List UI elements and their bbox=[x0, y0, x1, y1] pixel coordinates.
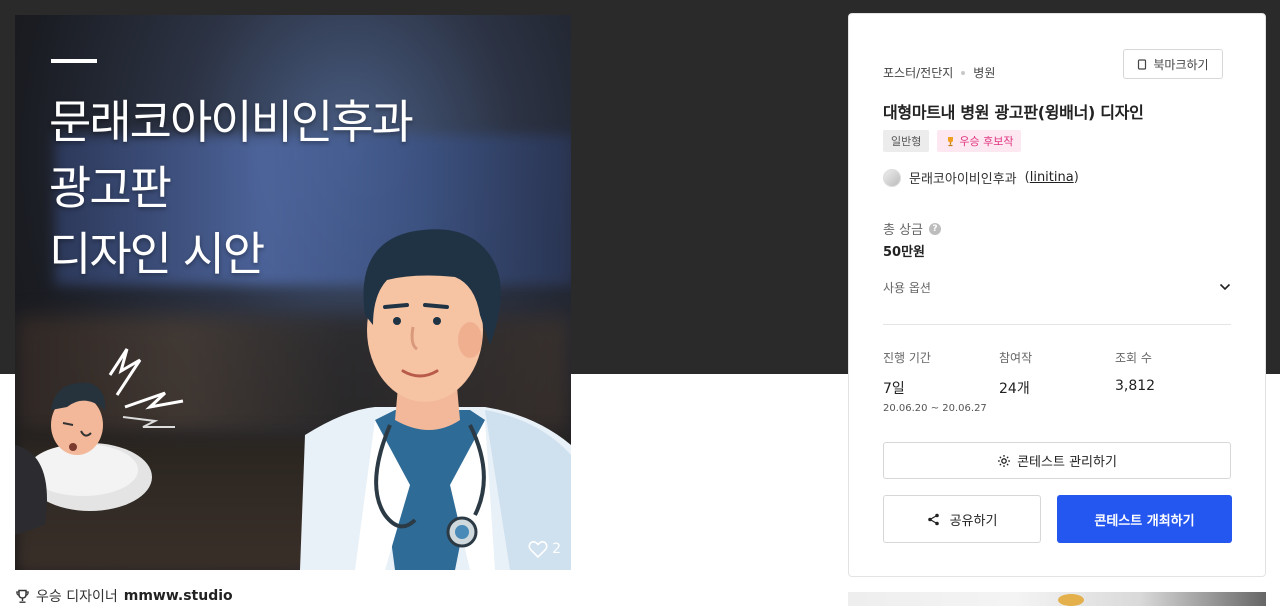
designer-name[interactable]: mmww.studio bbox=[124, 588, 233, 604]
like-count: 2 bbox=[552, 541, 561, 557]
trophy-icon bbox=[948, 136, 954, 146]
breadcrumb-separator bbox=[961, 70, 966, 75]
stat-value: 3,812 bbox=[1115, 378, 1156, 394]
stat-label: 참여작 bbox=[999, 351, 1033, 365]
stat-views: 조회 수 3,812 bbox=[1115, 349, 1231, 414]
share-label: 공유하기 bbox=[949, 513, 998, 529]
next-section-preview bbox=[848, 592, 1266, 606]
manage-label: 콘테스트 관리하기 bbox=[1017, 455, 1117, 470]
stat-label: 조회 수 bbox=[1115, 351, 1152, 365]
tag-type: 일반형 bbox=[883, 130, 930, 152]
help-icon[interactable]: ? bbox=[929, 222, 942, 235]
stat-duration: 진행 기간 7일 20.06.20 ~ 20.06.27 bbox=[883, 349, 999, 414]
stat-value: 24개 bbox=[999, 381, 1030, 397]
bookmark-label: 북마크하기 bbox=[1153, 57, 1209, 72]
contest-hero-image[interactable]: 문래코아이비인후과 광고판 디자인 시안 2 bbox=[15, 15, 571, 570]
contest-title: 대형마트내 병원 광고판(윙배너) 디자인 bbox=[883, 103, 1144, 122]
divider bbox=[883, 324, 1231, 325]
breadcrumb-category[interactable]: 포스터/전단지 bbox=[883, 64, 953, 81]
owner-name: 문래코아이비인후과 bbox=[909, 172, 1017, 187]
owner-handle-wrap: (linitina) bbox=[1024, 170, 1079, 185]
prize-label: 총 상금 bbox=[883, 223, 924, 238]
options-dropdown[interactable]: 사용 옵션 bbox=[883, 276, 1231, 298]
stat-label: 진행 기간 bbox=[883, 351, 931, 365]
bookmark-icon bbox=[1138, 58, 1147, 70]
bookmark-button[interactable]: 북마크하기 bbox=[1123, 49, 1223, 79]
prize-label-row: 총 상금 ? bbox=[883, 219, 942, 238]
trophy-icon bbox=[16, 589, 29, 603]
contest-info-card: 포스터/전단지 병원 북마크하기 대형마트내 병원 광고판(윙배너) 디자인 일… bbox=[848, 13, 1266, 577]
avatar bbox=[883, 168, 901, 187]
winning-designer: 우승 디자이너 mmww.studio bbox=[15, 586, 233, 606]
heart-icon bbox=[528, 540, 548, 558]
contest-owner[interactable]: 문래코아이비인후과 (linitina) bbox=[883, 168, 1079, 187]
share-button[interactable]: 공유하기 bbox=[883, 495, 1041, 543]
tag-candidate-label: 우승 후보작 bbox=[959, 135, 1014, 148]
award-prefix: 우승 디자이너 bbox=[36, 589, 118, 605]
contest-tags: 일반형 우승 후보작 bbox=[883, 130, 1022, 152]
host-contest-button[interactable]: 콘테스트 개최하기 bbox=[1057, 495, 1232, 543]
doctor-illustration bbox=[15, 229, 571, 570]
contest-stats: 진행 기간 7일 20.06.20 ~ 20.06.27 참여작 24개 조회 … bbox=[883, 349, 1233, 414]
breadcrumb-subcategory[interactable]: 병원 bbox=[973, 64, 995, 81]
like-counter[interactable]: 2 bbox=[528, 540, 561, 558]
options-label: 사용 옵션 bbox=[883, 280, 931, 295]
gear-icon bbox=[998, 454, 1011, 467]
breadcrumb: 포스터/전단지 병원 bbox=[883, 64, 995, 81]
manage-contest-button[interactable]: 콘테스트 관리하기 bbox=[883, 442, 1231, 479]
stat-entries: 참여작 24개 bbox=[999, 349, 1115, 414]
stat-date-range: 20.06.20 ~ 20.06.27 bbox=[883, 403, 987, 414]
owner-handle[interactable]: linitina bbox=[1030, 170, 1074, 185]
preview-decoration bbox=[1058, 594, 1084, 606]
prize-value: 50만원 bbox=[883, 245, 926, 260]
share-icon bbox=[927, 513, 939, 525]
chevron-down-icon bbox=[1219, 283, 1231, 291]
stat-value: 7일 bbox=[883, 381, 905, 397]
tag-candidate: 우승 후보작 bbox=[937, 130, 1022, 152]
